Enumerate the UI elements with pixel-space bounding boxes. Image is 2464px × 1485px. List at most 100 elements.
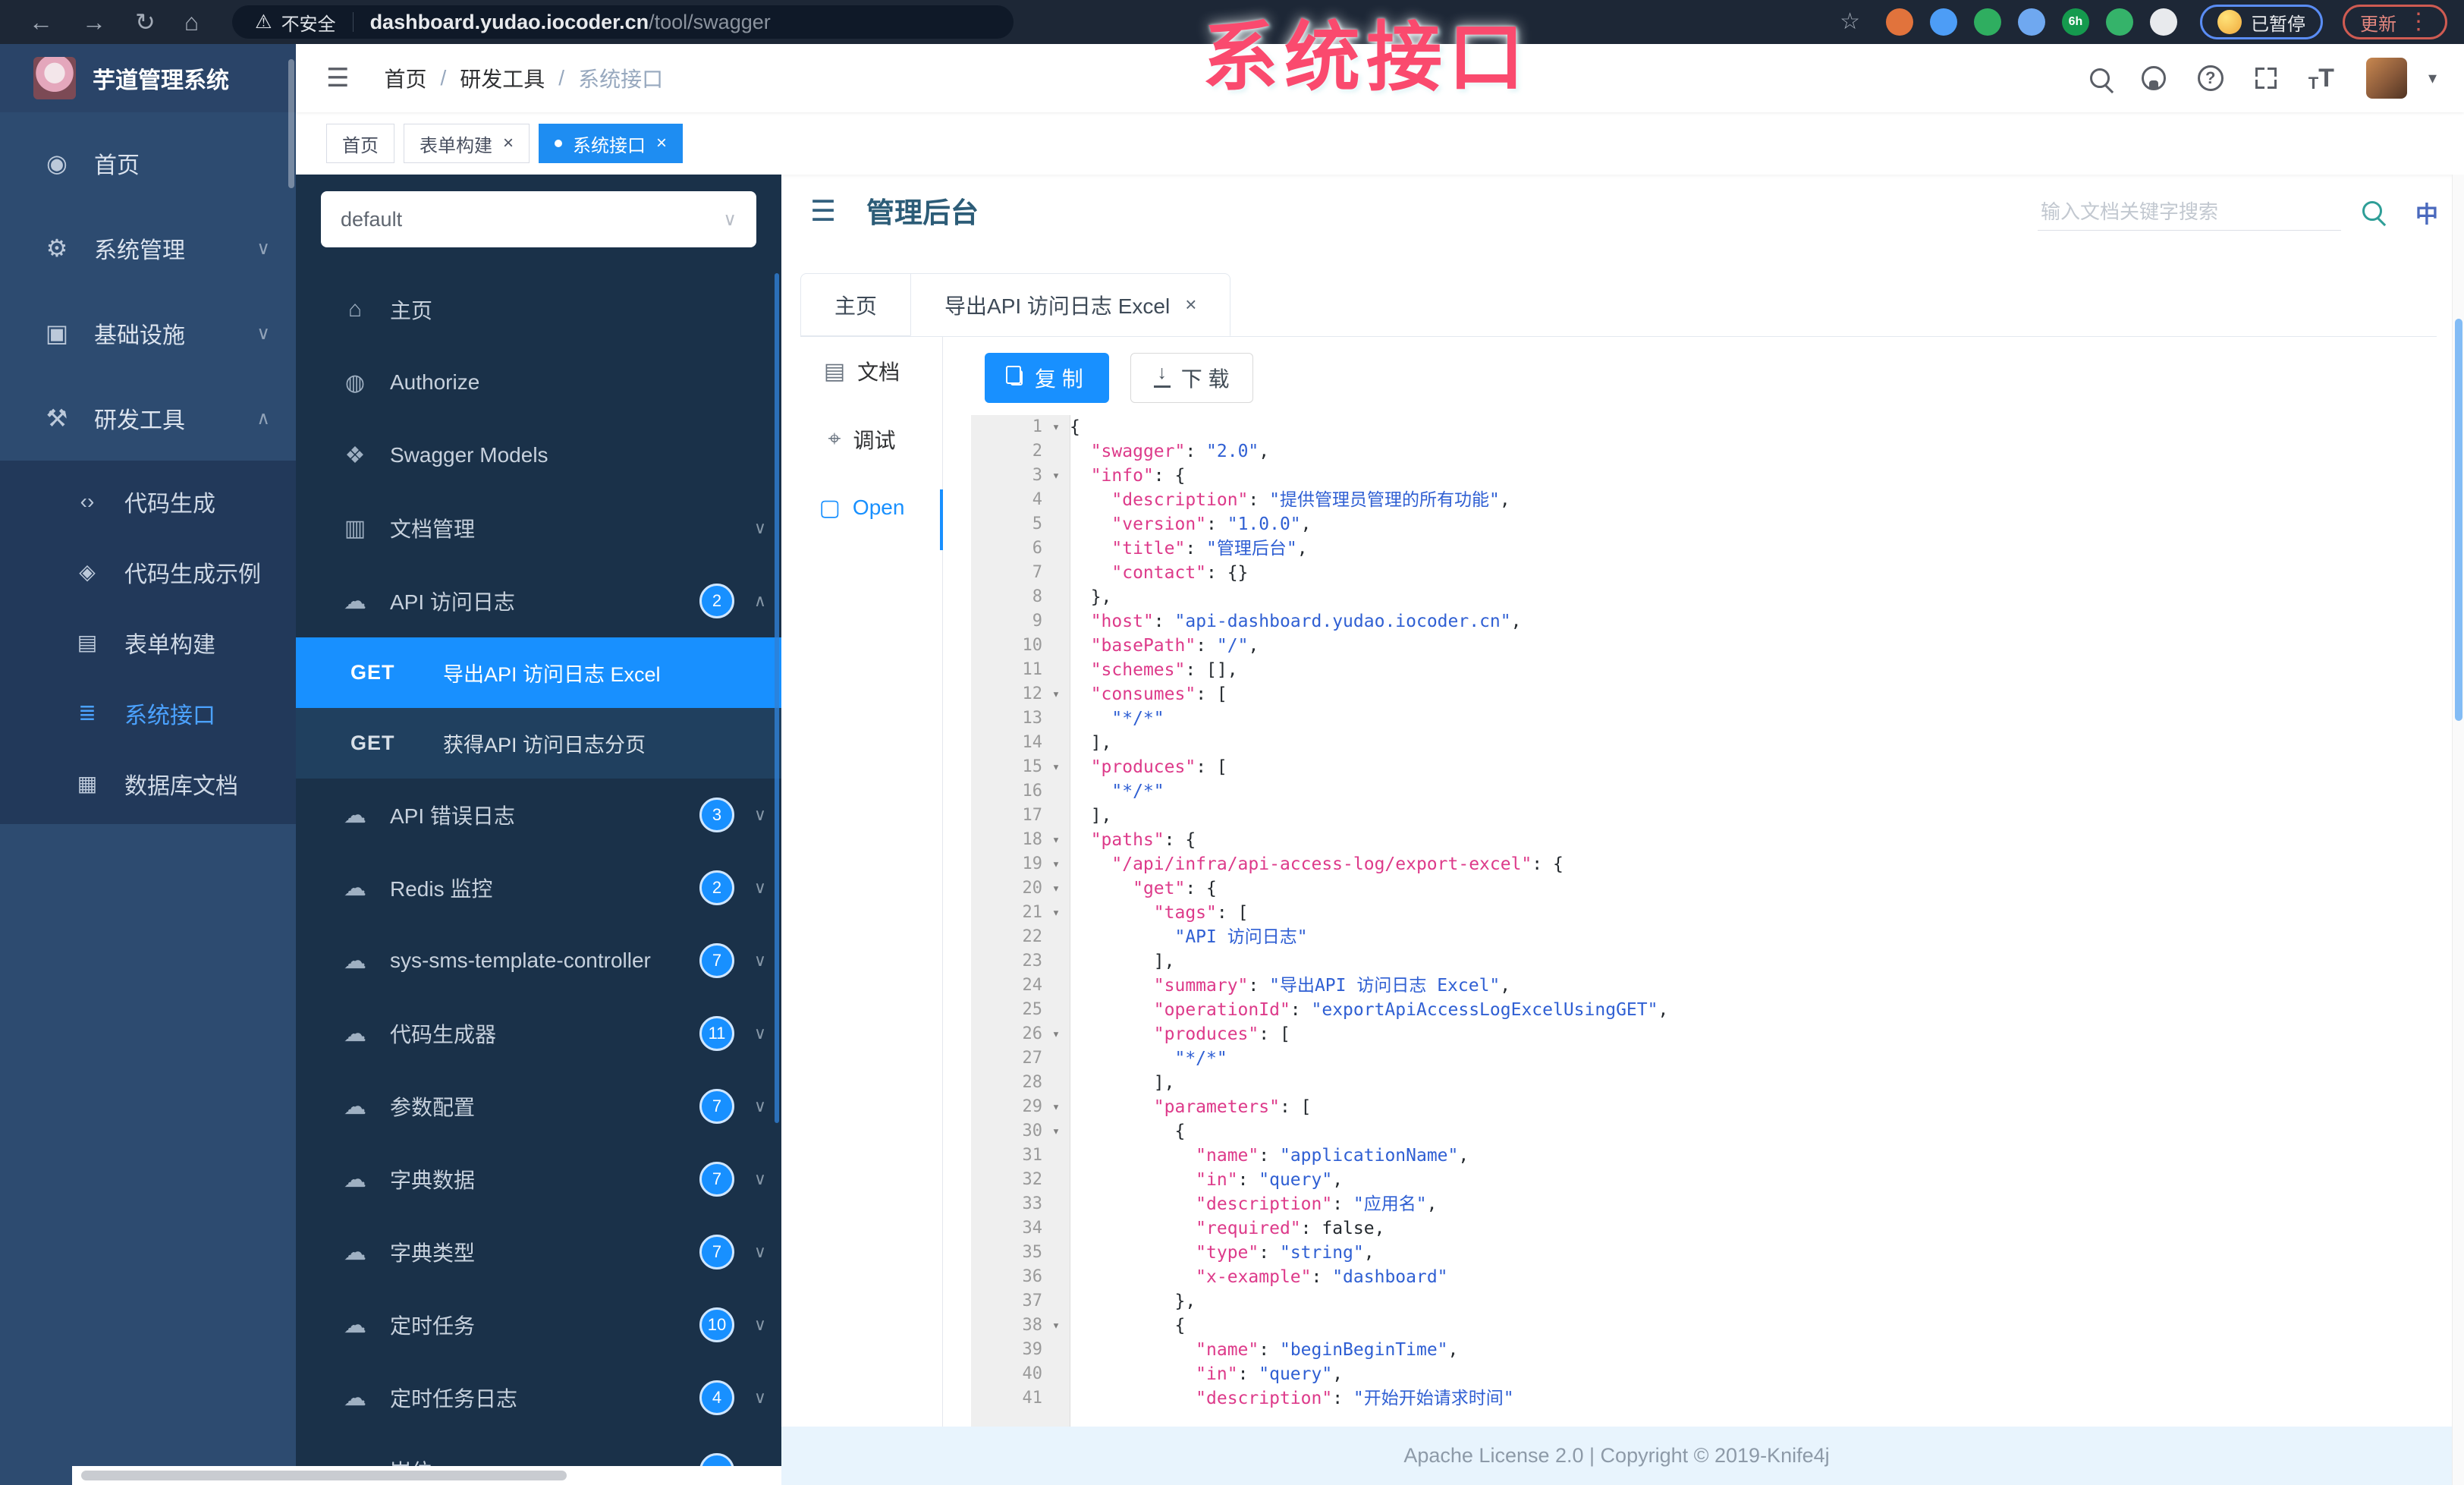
app-logo[interactable]: 芋道管理系统: [0, 44, 296, 112]
tab-表单构建[interactable]: 表单构建 ×: [404, 124, 530, 163]
swagger-scrollbar[interactable]: [775, 273, 779, 1123]
address-bar[interactable]: ⚠ 不安全 dashboard.yudao.iocoder.cn/tool/sw…: [232, 5, 1014, 39]
hscroll-thumb[interactable]: [81, 1471, 567, 1480]
count-badge: 2: [699, 870, 734, 905]
github-icon[interactable]: [2141, 66, 2166, 90]
doc-search-input[interactable]: [2038, 194, 2341, 231]
download-button[interactable]: 下 载: [1130, 353, 1253, 403]
code-text: {: [1070, 1122, 1186, 1141]
fold-icon[interactable]: ▾: [1042, 464, 1070, 488]
doc-tab-主页[interactable]: 主页: [800, 273, 911, 336]
sidebar-item-code-gen-demo[interactable]: ◈ 代码生成示例: [0, 536, 296, 607]
search-icon[interactable]: [2089, 68, 2110, 88]
browser-reload-icon[interactable]: ↻: [135, 10, 156, 34]
doc-nav-doc[interactable]: ▤ 文档: [781, 337, 942, 405]
code-line: 33 "description": "应用名",: [971, 1192, 2452, 1216]
close-icon[interactable]: ×: [656, 134, 667, 153]
api-group-home[interactable]: ⌂ 主页: [296, 273, 781, 346]
cloud-icon: ☁: [344, 948, 366, 974]
extension-pin-blue-icon[interactable]: [1930, 8, 1957, 36]
api-group-param-config[interactable]: ☁ 参数配置 7 ∨: [296, 1070, 781, 1143]
fold-icon[interactable]: ▾: [1042, 415, 1070, 439]
fold-icon[interactable]: ▾: [1042, 852, 1070, 876]
help-icon[interactable]: ?: [2197, 65, 2224, 91]
extension-green-icon[interactable]: [2106, 8, 2133, 36]
fold-icon[interactable]: ▾: [1042, 1095, 1070, 1119]
extension-green-ring-icon[interactable]: [1974, 8, 2001, 36]
swagger-hscrollbar[interactable]: [72, 1466, 781, 1485]
fold-icon[interactable]: ▾: [1042, 876, 1070, 901]
fold-icon[interactable]: ▾: [1042, 755, 1070, 779]
sidebar-item-infrastructure[interactable]: ▣ 基础设施 ∨: [0, 291, 296, 376]
api-group-select[interactable]: default ∨: [321, 191, 756, 247]
fold-icon[interactable]: ▾: [1042, 1119, 1070, 1144]
breadcrumb-item[interactable]: 系统接口: [578, 63, 663, 93]
sidebar-item-dashboard[interactable]: ◉ 首页: [0, 121, 296, 206]
api-op-get-api-access-log-page[interactable]: GET 获得API 访问日志分页: [296, 708, 781, 779]
fullscreen-icon[interactable]: [2255, 68, 2277, 89]
api-group-scheduled-job[interactable]: ☁ 定时任务 10 ∨: [296, 1288, 781, 1361]
extension-grid-blue-icon[interactable]: [2018, 8, 2045, 36]
fold-icon[interactable]: ▾: [1042, 901, 1070, 925]
api-group-redis-monitor[interactable]: ☁ Redis 监控 2 ∨: [296, 851, 781, 924]
close-icon[interactable]: ×: [503, 134, 514, 153]
api-group-scheduled-job-log[interactable]: ☁ 定时任务日志 4 ∨: [296, 1361, 781, 1434]
tab-首页[interactable]: 首页: [326, 124, 394, 163]
browser-forward-icon[interactable]: →: [82, 10, 106, 34]
api-group-authorize[interactable]: ◍ Authorize: [296, 346, 781, 419]
code-text: "required": false,: [1196, 1219, 1385, 1238]
doc-search-icon[interactable]: [2362, 200, 2382, 225]
font-size-icon[interactable]: TT: [2308, 64, 2334, 93]
line-number: 33: [1022, 1194, 1043, 1213]
doc-nav-label: 调试: [853, 429, 896, 452]
api-group-swagger-models[interactable]: ❖ Swagger Models: [296, 419, 781, 492]
sidebar-item-dev-tools[interactable]: ⚒ 研发工具 ∧: [0, 376, 296, 461]
extension-orange-icon[interactable]: [1886, 8, 1913, 36]
fold-icon[interactable]: ▾: [1042, 828, 1070, 852]
doc-nav-debug[interactable]: ⌖ 调试: [781, 405, 942, 474]
paused-extension-pill[interactable]: 已暂停: [2200, 5, 2323, 39]
user-menu-caret-icon[interactable]: ▾: [2428, 68, 2437, 88]
browser-back-icon[interactable]: ←: [29, 10, 53, 34]
fold-icon[interactable]: ▾: [1042, 1314, 1070, 1338]
bookmark-star-icon[interactable]: ☆: [1840, 11, 1860, 33]
api-group-api-error-log[interactable]: ☁ API 错误日志 3 ∨: [296, 779, 781, 851]
page-scrollbar[interactable]: [2452, 175, 2464, 1485]
breadcrumb-item[interactable]: 研发工具: [460, 63, 545, 93]
breadcrumb-item[interactable]: 首页: [384, 63, 426, 93]
extension-6h-icon[interactable]: 6h: [2062, 8, 2089, 36]
copy-button[interactable]: 复 制: [985, 353, 1109, 403]
sidebar-item-code-gen[interactable]: ‹› 代码生成: [0, 466, 296, 536]
line-number: 4: [1032, 490, 1042, 509]
sidebar-scrollbar[interactable]: [288, 59, 294, 188]
extension-white-icon[interactable]: [2150, 8, 2177, 36]
update-pill[interactable]: 更新 ⋮: [2343, 5, 2447, 39]
code-editor[interactable]: 1 ▾{2 "swagger": "2.0", 3 ▾ "info": {4 "des…: [971, 415, 2452, 1427]
hamburger-icon[interactable]: ☰: [326, 63, 349, 93]
sidebar-item-form-builder[interactable]: ▤ 表单构建: [0, 607, 296, 678]
line-number: 36: [1022, 1267, 1043, 1286]
browser-menu-icon[interactable]: ⋮: [2407, 11, 2430, 33]
sidebar-item-system-manage[interactable]: ⚙ 系统管理 ∨: [0, 206, 296, 291]
tab-系统接口[interactable]: 系统接口 ×: [539, 124, 684, 163]
user-avatar[interactable]: [2365, 58, 2407, 99]
line-number: 31: [1022, 1146, 1043, 1165]
api-group-doc-manage[interactable]: ▥ 文档管理 ∨: [296, 492, 781, 565]
api-group-code-generator[interactable]: ☁ 代码生成器 11 ∨: [296, 997, 781, 1070]
doc-tab-导出API 访问日志 Excel[interactable]: 导出API 访问日志 Excel ×: [910, 273, 1231, 336]
language-toggle[interactable]: 中: [2415, 196, 2438, 229]
sidebar-item-system-api[interactable]: ≣ 系统接口: [0, 678, 296, 748]
browser-home-icon[interactable]: ⌂: [184, 10, 199, 34]
fold-icon[interactable]: ▾: [1042, 682, 1070, 706]
api-group-sms-template[interactable]: ☁ sys-sms-template-controller 7 ∨: [296, 924, 781, 997]
api-group-api-access-log[interactable]: ☁ API 访问日志 2 ∧: [296, 565, 781, 637]
api-op-export-api-access-log-excel[interactable]: GET 导出API 访问日志 Excel: [296, 637, 781, 708]
api-group-dict-data[interactable]: ☁ 字典数据 7 ∨: [296, 1143, 781, 1216]
api-group-dict-type[interactable]: ☁ 字典类型 7 ∨: [296, 1216, 781, 1288]
collapse-sidebar-icon[interactable]: ☰: [810, 194, 836, 228]
doc-nav-open[interactable]: ▢ Open: [781, 474, 942, 542]
fold-icon[interactable]: ▾: [1042, 1022, 1070, 1046]
sidebar-item-db-doc[interactable]: ▦ 数据库文档: [0, 748, 296, 819]
page-scroll-thumb[interactable]: [2455, 319, 2462, 721]
close-icon[interactable]: ×: [1185, 293, 1196, 316]
